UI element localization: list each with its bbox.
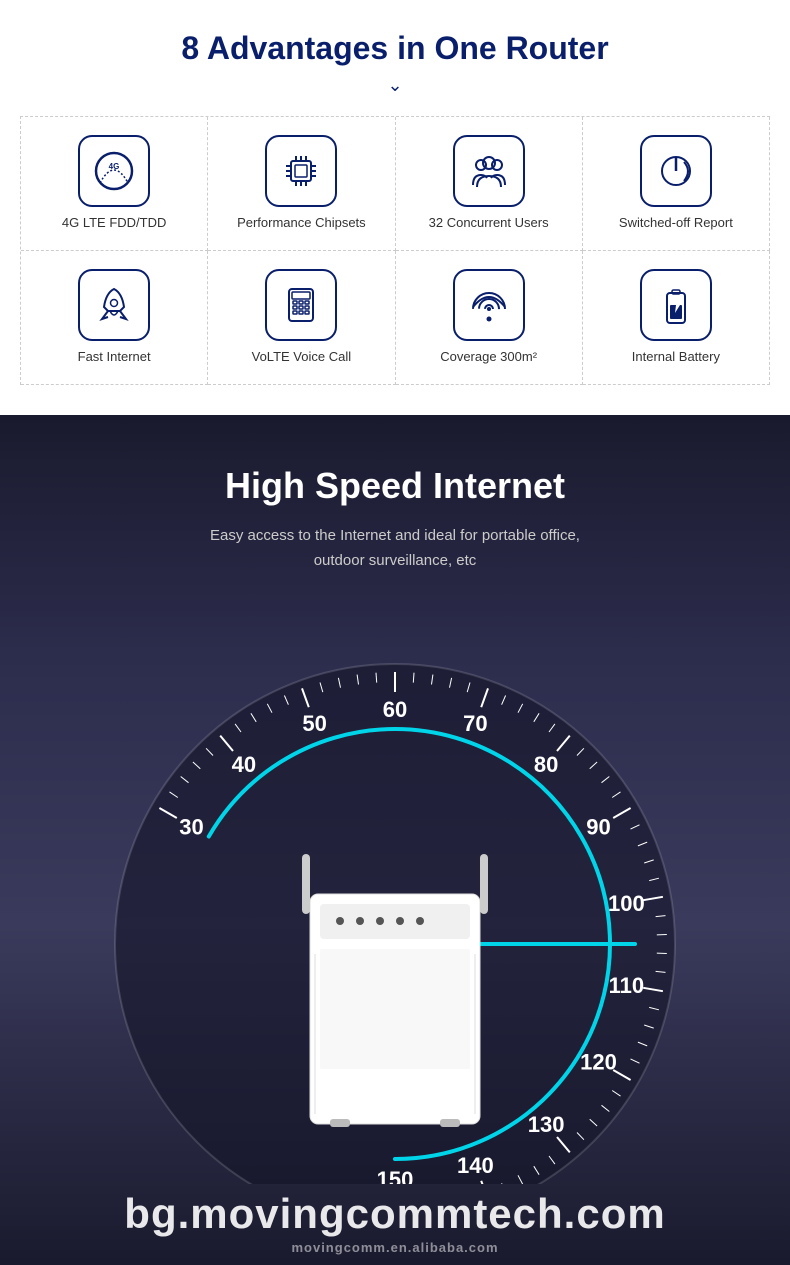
- users-icon-box: [453, 135, 525, 207]
- advantage-chipsets: Performance Chipsets: [208, 117, 395, 251]
- coverage-label: Coverage 300m²: [440, 349, 537, 366]
- chevron-down-icon: ⌄: [20, 75, 770, 96]
- advantage-4g-lte: 4G 4G LTE FDD/TDD: [21, 117, 208, 251]
- chip-icon-box: [265, 135, 337, 207]
- power-icon-box: [640, 135, 712, 207]
- advantage-battery: Internal Battery: [583, 251, 770, 385]
- svg-text:90: 90: [586, 814, 610, 839]
- svg-text:40: 40: [232, 752, 256, 777]
- advantage-users: 32 Concurrent Users: [396, 117, 583, 251]
- 4g-label: 4G LTE FDD/TDD: [62, 215, 167, 232]
- battery-label: Internal Battery: [632, 349, 720, 366]
- fast-label: Fast Internet: [78, 349, 151, 366]
- 4g-icon-box: 4G: [78, 135, 150, 207]
- users-label: 32 Concurrent Users: [429, 215, 549, 232]
- svg-text:30: 30: [179, 814, 203, 839]
- advantage-fast: Fast Internet: [21, 251, 208, 385]
- speed-title: High Speed Internet: [20, 465, 770, 507]
- svg-text:100: 100: [608, 891, 645, 916]
- speedometer-svg: 30 40 50 60 70 80 90 100 110 120 130 140 150: [55, 604, 735, 1184]
- phone-icon-box: [265, 269, 337, 341]
- chipsets-label: Performance Chipsets: [237, 215, 366, 232]
- svg-text:110: 110: [609, 973, 645, 998]
- svg-text:130: 130: [528, 1112, 565, 1137]
- advantage-power: Switched-off Report: [583, 117, 770, 251]
- svg-text:80: 80: [534, 752, 558, 777]
- chip-icon: [279, 149, 323, 193]
- speed-subtitle: Easy access to the Internet and ideal fo…: [20, 523, 770, 574]
- wifi-icon: [467, 283, 511, 327]
- advantages-grid: 4G 4G LTE FDD/TDD: [20, 116, 770, 385]
- wifi-icon-box: [453, 269, 525, 341]
- 4g-icon: 4G: [92, 149, 136, 193]
- svg-text:140: 140: [457, 1153, 494, 1178]
- advantages-title: 8 Advantages in One Router: [20, 30, 770, 67]
- speed-section: High Speed Internet Easy access to the I…: [0, 415, 790, 1265]
- advantage-coverage: Coverage 300m²: [396, 251, 583, 385]
- battery-icon: [654, 283, 698, 327]
- power-label: Switched-off Report: [619, 215, 733, 232]
- domain-watermark: bg.movingcommtech.com movingcomm.en.alib…: [0, 1190, 790, 1265]
- advantages-section: 8 Advantages in One Router ⌄ 4G 4G LTE F…: [0, 0, 790, 415]
- speedometer: 30 40 50 60 70 80 90 100 110 120 130 140 150: [55, 604, 735, 1184]
- users-icon: [467, 149, 511, 193]
- advantage-volte: VoLTE Voice Call: [208, 251, 395, 385]
- svg-text:70: 70: [463, 711, 487, 736]
- volte-label: VoLTE Voice Call: [252, 349, 351, 366]
- svg-text:150: 150: [377, 1167, 414, 1184]
- rocket-icon: [92, 283, 136, 327]
- battery-icon-box: [640, 269, 712, 341]
- svg-text:50: 50: [302, 711, 326, 736]
- phone-icon: [279, 283, 323, 327]
- svg-text:4G: 4G: [109, 162, 120, 171]
- svg-text:60: 60: [383, 697, 407, 722]
- rocket-icon-box: [78, 269, 150, 341]
- svg-text:120: 120: [580, 1049, 617, 1074]
- power-icon: [654, 149, 698, 193]
